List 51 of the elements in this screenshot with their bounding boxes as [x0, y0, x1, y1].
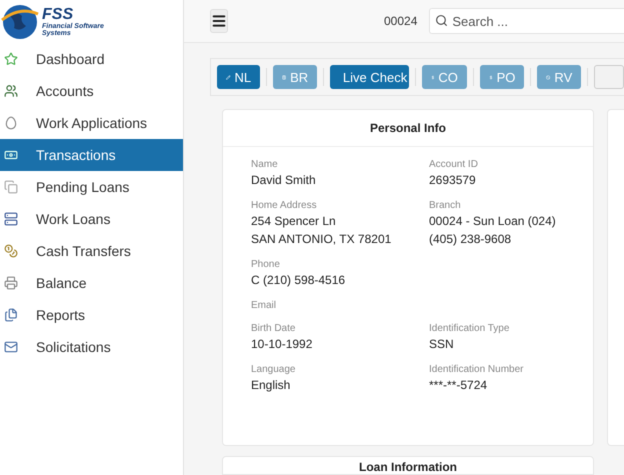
field-value: David Smith: [251, 172, 317, 188]
field-value: ***-**-5724: [429, 377, 488, 393]
server-icon: [4, 212, 18, 226]
branch-code: 00024: [384, 14, 418, 28]
sidebar-item[interactable]: Accounts: [0, 75, 183, 107]
field-label: Name: [251, 159, 279, 170]
egg-icon: [4, 116, 18, 130]
field-value: (405) 238-9608: [429, 231, 512, 247]
menu-button[interactable]: [210, 9, 228, 33]
banknote-icon: [4, 148, 18, 162]
field-value: 2693579: [429, 172, 477, 188]
sidebar-item[interactable]: Pending Loans: [0, 171, 183, 203]
field-label: Language: [251, 364, 296, 375]
sidebar-item[interactable]: Reports: [0, 299, 183, 331]
sidebar-item[interactable]: Work Loans: [0, 203, 183, 235]
field-label: Identification Type: [429, 323, 510, 334]
logo-title: FSS: [42, 6, 74, 22]
pages-icon: [4, 180, 18, 194]
field-label: Phone: [251, 259, 281, 270]
field-label: Email: [251, 300, 278, 311]
card-title: Personal Info: [223, 110, 593, 147]
sidebar-item[interactable]: Solicitations: [0, 331, 183, 363]
sidebar-item[interactable]: Dashboard: [0, 43, 183, 75]
field-label: Account ID: [429, 159, 479, 170]
menu-icon: [211, 13, 227, 29]
field-value: SSN: [429, 336, 455, 352]
field-value: 254 Spencer Ln: [251, 213, 337, 229]
coins-icon: [4, 244, 18, 258]
search-icon: [435, 14, 448, 27]
envelope-icon: [4, 340, 18, 354]
sidebar-item[interactable]: Work Applications: [0, 107, 183, 139]
field-value: C (210) 598-4516: [251, 272, 346, 288]
toolbar-button[interactable]: NL: [217, 65, 260, 89]
field-label: Home Address: [251, 200, 318, 211]
sidebar-item[interactable]: Transactions: [0, 139, 183, 171]
sidebar-item[interactable]: Balance: [0, 267, 183, 299]
toolbar-button[interactable]: Live Check: [330, 65, 409, 89]
field-value: 10-10-1992: [251, 336, 314, 352]
sidebar-item[interactable]: Cash Transfers: [0, 235, 183, 267]
field-label: Birth Date: [251, 323, 296, 334]
files-icon: [4, 308, 18, 322]
star-icon: [4, 52, 18, 66]
search-field[interactable]: Search ...: [429, 8, 624, 34]
card-title: Loan Information: [359, 460, 457, 474]
field-label: Identification Number: [429, 364, 524, 375]
register-icon: [4, 276, 18, 290]
field-value: English: [251, 377, 292, 393]
field-value: SAN ANTONIO, TX 78201: [251, 231, 392, 247]
field-value: 00024 - Sun Loan (024): [429, 213, 557, 229]
people-icon: [4, 84, 18, 98]
field-label: Branch: [429, 200, 462, 211]
